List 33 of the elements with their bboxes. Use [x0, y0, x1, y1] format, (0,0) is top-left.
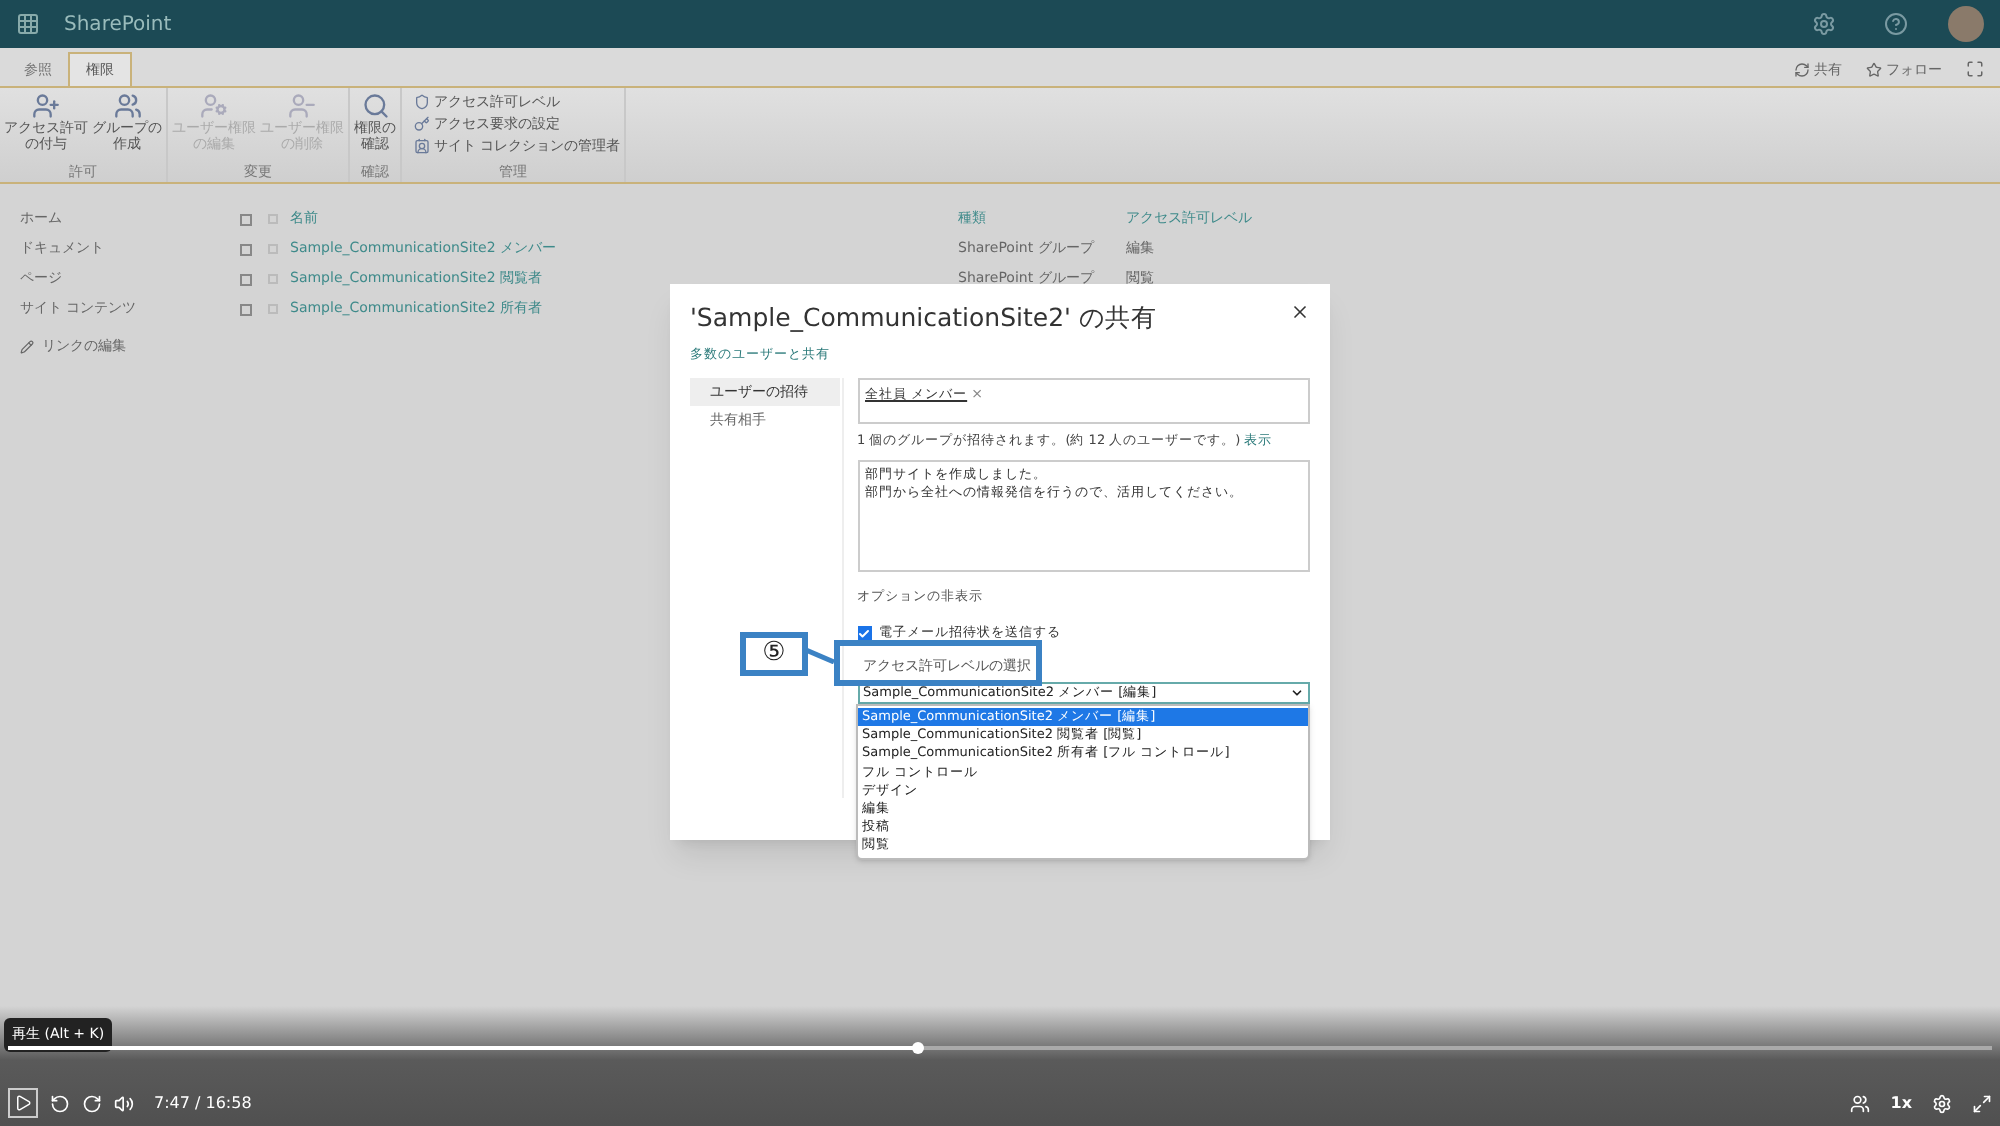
checkbox[interactable] — [857, 626, 871, 641]
chevron-down-icon — [1290, 686, 1304, 701]
row-icon — [268, 244, 278, 254]
avatar[interactable] — [1948, 6, 1984, 42]
focus-icon[interactable] — [1966, 60, 1984, 79]
forward-icon[interactable] — [82, 1093, 102, 1113]
header-icon — [268, 214, 278, 224]
pencil-icon — [20, 339, 34, 354]
step-badge: ⑤ — [740, 632, 808, 676]
settings-icon[interactable] — [1812, 12, 1836, 36]
check-icon — [858, 627, 870, 640]
fullscreen-icon[interactable] — [1972, 1093, 1992, 1113]
dialog-title: 'Sample_CommunicationSite2' の共有 — [690, 300, 1157, 336]
leader-line — [806, 648, 836, 664]
star-icon — [1866, 61, 1882, 78]
time-display: 7:47 / 16:58 — [154, 1091, 252, 1115]
play-icon — [14, 1094, 32, 1112]
volume-icon[interactable] — [114, 1093, 134, 1113]
share-icon — [1794, 61, 1810, 78]
row-icon — [268, 274, 278, 284]
app-launcher-icon[interactable] — [16, 12, 40, 36]
close-icon[interactable] — [1290, 302, 1310, 322]
seek-thumb[interactable] — [912, 1042, 925, 1054]
app-name[interactable]: SharePoint — [64, 9, 172, 39]
speed-button[interactable]: 1x — [1890, 1091, 1912, 1115]
row-checkbox[interactable] — [240, 243, 252, 255]
row-checkbox[interactable] — [240, 273, 252, 285]
row-checkbox[interactable] — [240, 303, 252, 315]
rewind-icon[interactable] — [50, 1093, 70, 1113]
row-icon — [268, 304, 278, 314]
play-button[interactable] — [8, 1088, 38, 1118]
select-all-checkbox[interactable] — [240, 213, 252, 225]
help-icon[interactable] — [1884, 12, 1908, 36]
